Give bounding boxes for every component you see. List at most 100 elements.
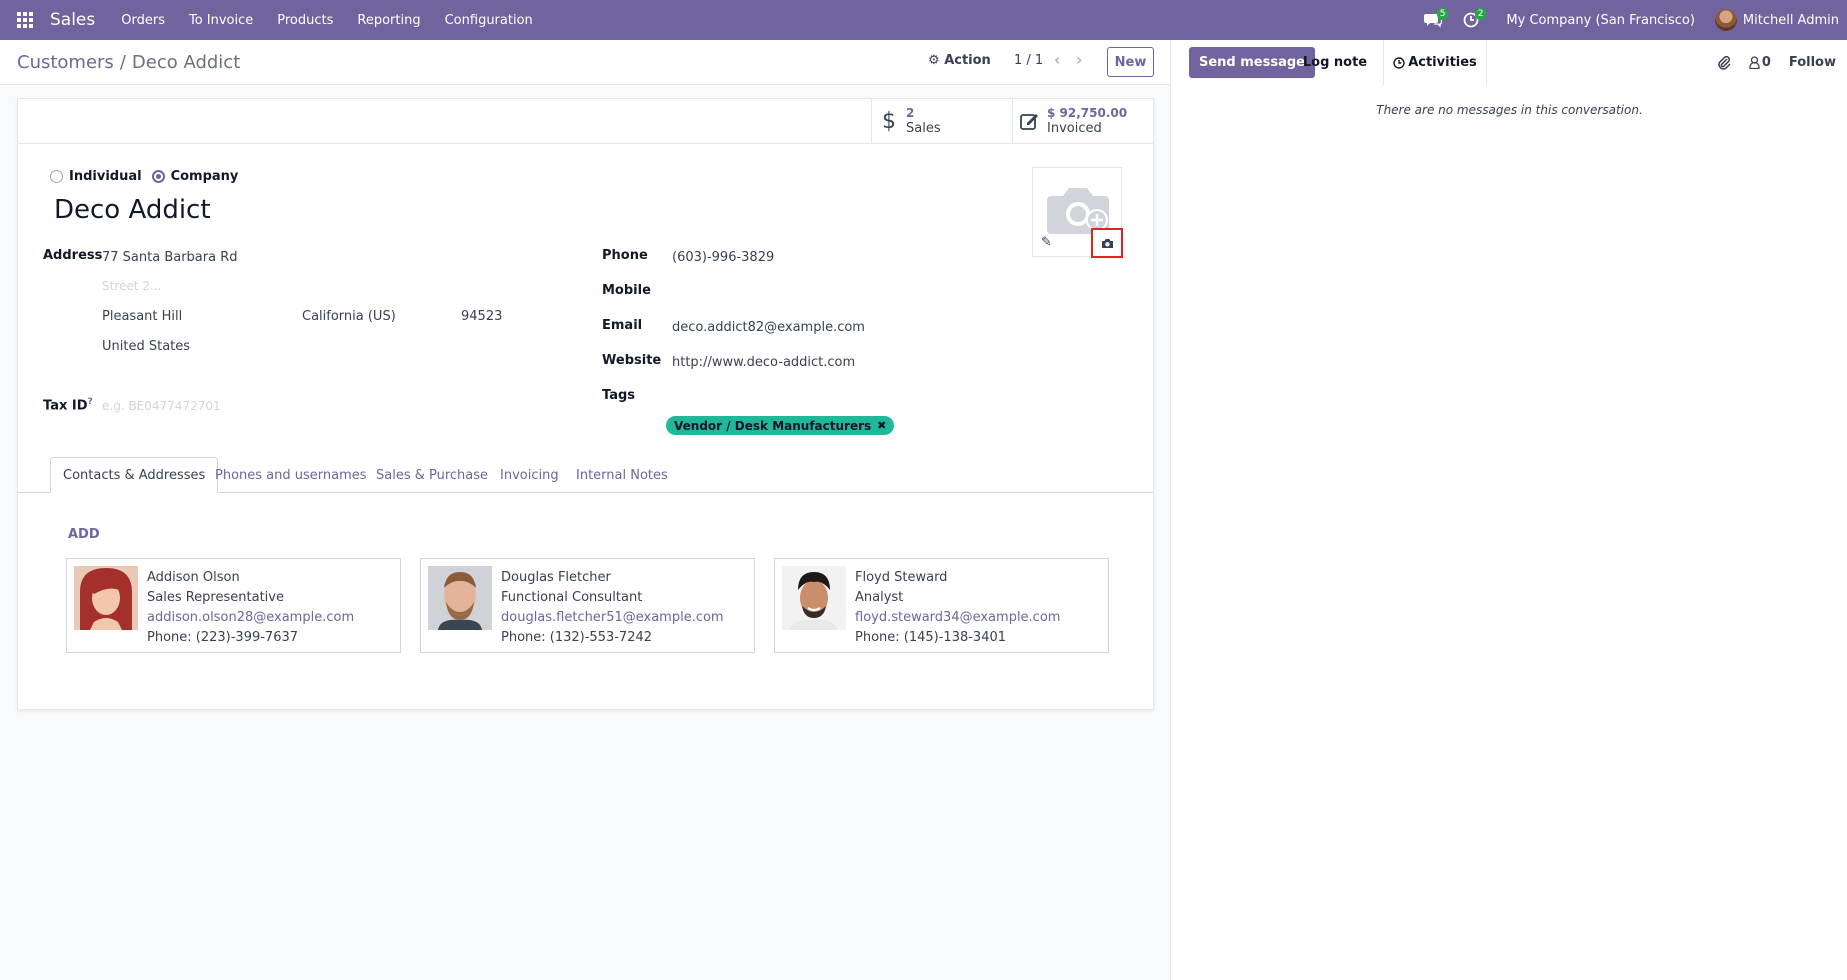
follow-button[interactable]: Follow	[1789, 55, 1836, 70]
messages-badge: 5	[1436, 8, 1449, 20]
mobile-label: Mobile	[602, 283, 651, 298]
street2-field[interactable]: Street 2...	[102, 279, 161, 293]
empty-conversation-text: There are no messages in this conversati…	[1376, 103, 1643, 117]
city-field[interactable]: Pleasant Hill	[102, 309, 182, 324]
radio-individual[interactable]	[50, 170, 63, 183]
tab-internal-notes[interactable]: Internal Notes	[564, 457, 680, 493]
user-icon	[1749, 56, 1760, 69]
radio-individual-label[interactable]: Individual	[69, 169, 142, 184]
user-menu[interactable]: Mitchell Admin	[1743, 13, 1839, 28]
zip-field[interactable]: 94523	[461, 309, 502, 324]
tax-id-label: Tax ID?	[43, 397, 93, 413]
contact-phone: Phone: (223)-399-7637	[147, 630, 299, 645]
email-field[interactable]: deco.addict82@example.com	[672, 320, 865, 335]
website-label: Website	[602, 353, 662, 368]
invoiced-smart-button[interactable]: $ 92,750.00 Invoiced	[1012, 99, 1153, 143]
activities-badge: 2	[1474, 8, 1487, 20]
pencil-icon[interactable]: ✎	[1041, 235, 1052, 250]
sales-label: Sales	[906, 121, 941, 136]
followers-button[interactable]: 0	[1749, 55, 1771, 70]
state-field[interactable]: California (US)	[302, 309, 396, 324]
tax-id-label-text: Tax ID	[43, 398, 88, 414]
phone-label: Phone	[602, 248, 648, 263]
upload-photo-button[interactable]	[1091, 228, 1123, 258]
contact-phone: Phone: (132)-553-7242	[501, 630, 653, 645]
contact-avatar	[74, 566, 138, 630]
smart-button-box: $ 2 Sales $ 92,750.00 Invoiced	[18, 99, 1153, 144]
chatter-panel: Send message Log note Activities 0 Follo…	[1170, 40, 1847, 980]
contact-avatar	[428, 566, 492, 630]
country-field[interactable]: United States	[102, 339, 190, 354]
contact-email[interactable]: douglas.fletcher51@example.com	[501, 608, 724, 628]
invoiced-label: Invoiced	[1047, 121, 1102, 136]
contact-name: Floyd Steward	[855, 570, 948, 585]
chatter-topbar: Send message Log note Activities 0 Follo…	[1171, 40, 1847, 85]
app-name[interactable]: Sales	[50, 10, 95, 30]
apps-menu-icon[interactable]	[0, 0, 50, 40]
menu-products[interactable]: Products	[265, 13, 345, 28]
contact-name: Douglas Fletcher	[501, 570, 611, 585]
phone-field[interactable]: (603)-996-3829	[672, 250, 774, 265]
contact-card[interactable]: Douglas Fletcher Functional Consultant d…	[420, 558, 755, 653]
help-icon[interactable]: ?	[88, 397, 93, 407]
tag-label: Vendor / Desk Manufacturers	[674, 418, 872, 433]
tab-invoicing[interactable]: Invoicing	[488, 457, 571, 493]
tax-id-field[interactable]: e.g. BE0477472701	[102, 399, 221, 413]
contact-phone: Phone: (145)-138-3401	[855, 630, 1007, 645]
contact-avatar	[782, 566, 846, 630]
contact-email[interactable]: addison.olson28@example.com	[147, 608, 354, 628]
sales-smart-button[interactable]: $ 2 Sales	[871, 99, 1012, 143]
messaging-menu[interactable]: 5	[1414, 0, 1452, 40]
add-contact-button[interactable]: ADD	[68, 527, 100, 542]
action-label: Action	[944, 53, 991, 68]
pager-next-icon[interactable]: ›	[1076, 50, 1082, 69]
menu-orders[interactable]: Orders	[109, 13, 177, 28]
form-sheet: $ 2 Sales $ 92,750.00 Invoiced Individua…	[17, 98, 1154, 710]
dollar-icon: $	[882, 108, 896, 134]
pager-previous-icon[interactable]: ‹	[1054, 50, 1060, 69]
breadcrumb-separator: /	[119, 52, 126, 73]
contact-card[interactable]: Addison Olson Sales Representative addis…	[66, 558, 401, 653]
address-label: Address	[43, 248, 103, 263]
user-avatar[interactable]	[1714, 9, 1737, 31]
mobile-field[interactable]	[672, 285, 972, 301]
radio-company-label[interactable]: Company	[171, 169, 239, 184]
radio-company[interactable]	[151, 170, 165, 183]
menu-reporting[interactable]: Reporting	[345, 13, 432, 28]
invoiced-amount: $ 92,750.00	[1047, 106, 1128, 120]
contact-email[interactable]: floyd.steward34@example.com	[855, 608, 1060, 628]
partner-name-field[interactable]: Deco Addict	[54, 195, 211, 225]
action-menu-button[interactable]: ⚙ Action	[928, 53, 991, 68]
avatar-field[interactable]: ✎	[1032, 167, 1123, 258]
menu-to-invoice[interactable]: To Invoice	[177, 13, 265, 28]
gear-icon: ⚙	[928, 53, 940, 68]
notebook-tabs: Contacts & Addresses Phones and username…	[18, 457, 1153, 493]
remove-tag-icon[interactable]: ✖	[877, 419, 886, 432]
control-panel: Customers / Deco Addict ⚙ Action 1 / 1 ‹ ›…	[0, 40, 1170, 85]
followers-count: 0	[1761, 55, 1771, 70]
tags-label: Tags	[602, 388, 636, 403]
menu-configuration[interactable]: Configuration	[433, 13, 545, 28]
tab-phones-usernames[interactable]: Phones and usernames	[203, 457, 379, 493]
new-button[interactable]: New	[1107, 47, 1154, 77]
activities-label: Activities	[1408, 55, 1477, 70]
tab-sales-purchase[interactable]: Sales & Purchase	[364, 457, 500, 493]
contact-function: Functional Consultant	[501, 590, 643, 605]
website-field[interactable]: http://www.deco-addict.com	[672, 355, 855, 370]
pager-value[interactable]: 1 / 1	[1014, 53, 1043, 68]
street-field[interactable]: 77 Santa Barbara Rd	[102, 250, 238, 265]
breadcrumb: Customers / Deco Addict	[17, 52, 240, 73]
activities-button[interactable]: Activities	[1384, 40, 1487, 85]
contact-function: Sales Representative	[147, 590, 284, 605]
company-switcher[interactable]: My Company (San Francisco)	[1506, 13, 1694, 28]
sales-count: 2	[906, 106, 915, 120]
company-type-radio: Individual Company	[50, 169, 248, 184]
paperclip-icon[interactable]	[1717, 55, 1731, 71]
contact-card[interactable]: Floyd Steward Analyst floyd.steward34@ex…	[774, 558, 1109, 653]
log-note-button[interactable]: Log note	[1287, 40, 1384, 85]
contact-function: Analyst	[855, 590, 904, 605]
clock-icon	[1393, 56, 1405, 69]
tab-contacts-addresses[interactable]: Contacts & Addresses	[50, 457, 219, 493]
breadcrumb-customers[interactable]: Customers	[17, 52, 114, 73]
activity-menu[interactable]: 2	[1452, 0, 1490, 40]
